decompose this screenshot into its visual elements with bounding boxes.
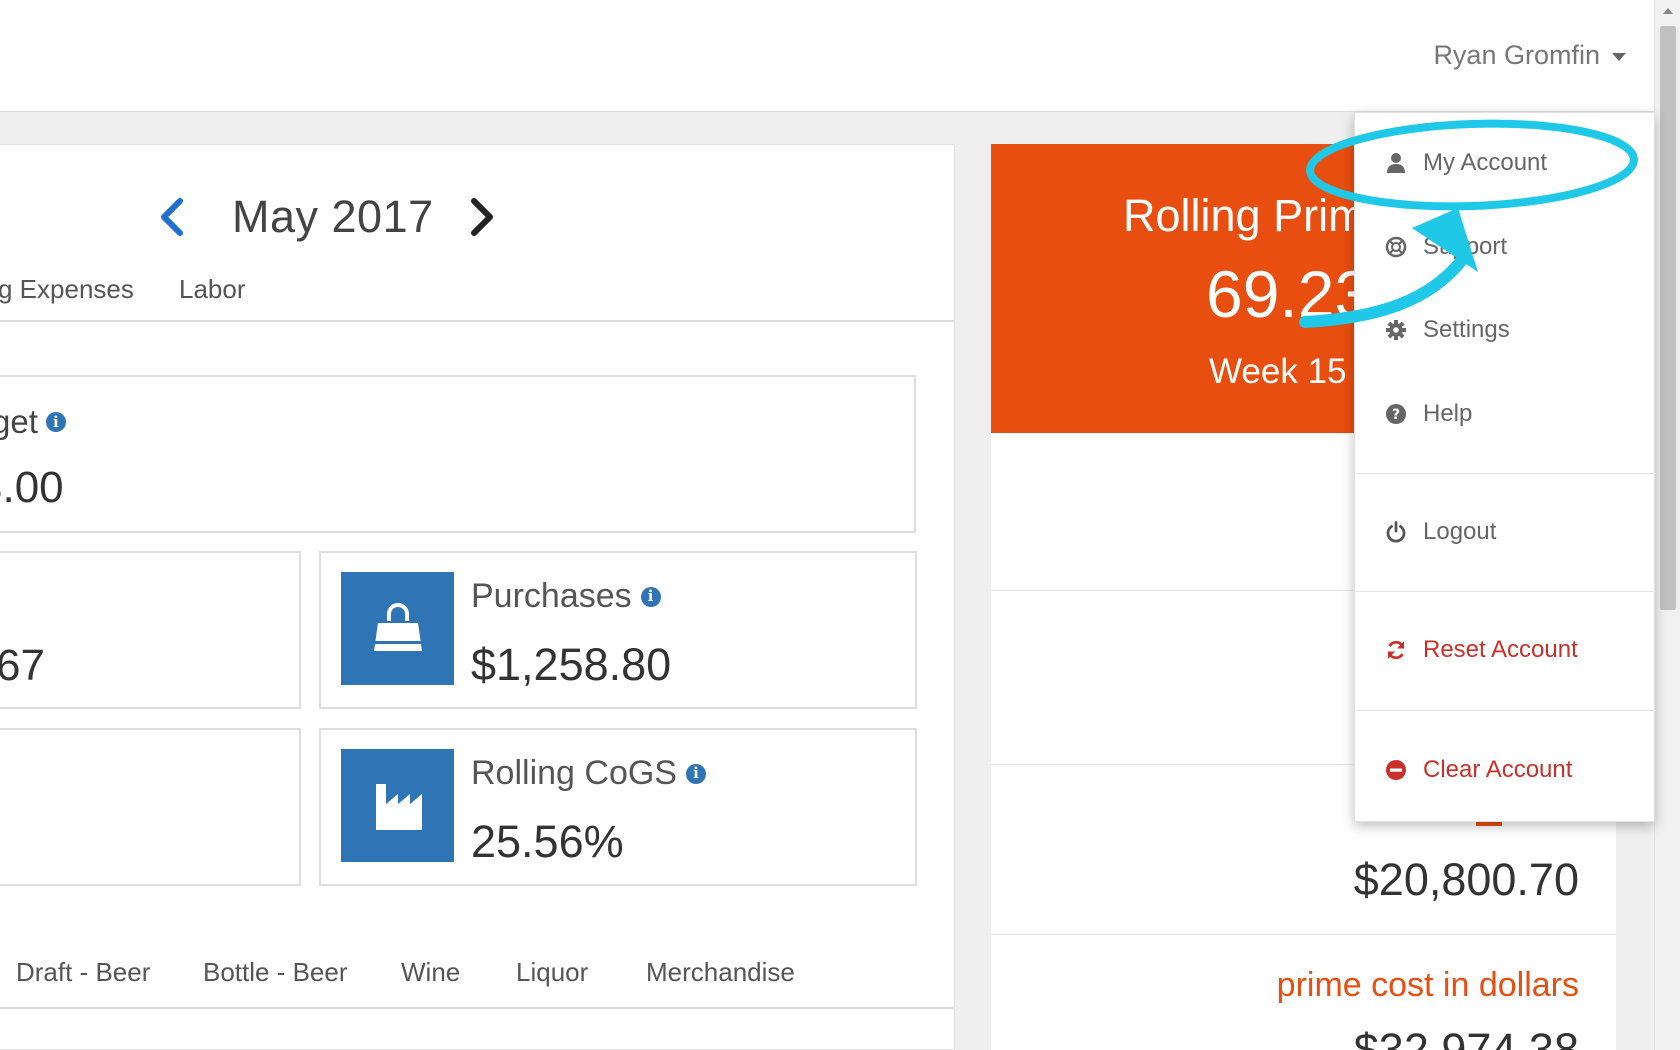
minus-circle-icon: [1385, 759, 1407, 781]
purchases-title: Purchases i: [471, 577, 661, 616]
shopping-bag-icon: [341, 572, 454, 685]
rolling-cogs-value: 25.56%: [471, 816, 624, 867]
menu-item-label: Help: [1423, 400, 1473, 427]
question-icon: ?: [1385, 403, 1407, 425]
stat-card-left-1: 67: [0, 551, 301, 709]
menu-item-my-account[interactable]: My Account: [1355, 133, 1656, 193]
purchases-card: Purchases i $1,258.80: [319, 551, 917, 709]
info-icon[interactable]: i: [45, 412, 66, 432]
budget-value: 3.00: [0, 463, 64, 512]
top-bar: Ryan Gromfin: [0, 0, 1680, 112]
menu-item-label: My Account: [1423, 149, 1548, 176]
refresh-icon: [1385, 639, 1407, 661]
scroll-up-arrow-icon[interactable]: [1663, 8, 1673, 14]
factory-icon: [341, 749, 454, 862]
stat-value: 67: [0, 641, 45, 690]
rolling-prime-value: 69.23: [1206, 257, 1372, 331]
menu-item-logout[interactable]: Logout: [1355, 502, 1656, 562]
svg-text:?: ?: [1392, 407, 1400, 423]
category-tabs-bottom: Draft - Beer Bottle - Beer Wine Liquor M…: [0, 945, 955, 1009]
info-icon[interactable]: i: [640, 586, 661, 607]
info-icon[interactable]: i: [685, 763, 706, 784]
prime-cost-amount: $32,974.38: [1353, 1024, 1579, 1050]
menu-item-support[interactable]: Support: [1355, 217, 1656, 277]
caret-down-icon: [1612, 53, 1626, 61]
budget-title: get i: [0, 403, 66, 441]
rolling-cogs-title: Rolling CoGS i: [471, 754, 706, 793]
menu-divider: [1355, 710, 1656, 711]
tab-merchandise[interactable]: Merchandise: [646, 957, 795, 988]
tab-bottle-beer[interactable]: Bottle - Beer: [203, 957, 348, 988]
menu-item-clear-account[interactable]: Clear Account: [1355, 740, 1656, 800]
user-dropdown-menu: My Account Support Settings ? Help Logou…: [1354, 112, 1656, 822]
gear-icon: [1385, 319, 1407, 341]
rolling-cogs-card: Rolling CoGS i 25.56%: [319, 728, 917, 886]
dashboard-card: May 2017 g Expenses Labor get i 3.00 67 …: [0, 144, 955, 1050]
user-name: Ryan Gromfin: [1433, 40, 1600, 70]
rolling-prime-title: Rolling Prim: [1123, 190, 1366, 241]
budget-title-text: get: [0, 403, 38, 440]
menu-divider: [1355, 591, 1656, 592]
user-icon: [1385, 152, 1407, 174]
purchases-value: $1,258.80: [471, 639, 672, 690]
stat-card-left-2: [0, 728, 301, 886]
user-menu-toggle[interactable]: Ryan Gromfin: [1433, 40, 1626, 71]
menu-item-label: Support: [1423, 233, 1508, 260]
page-scrollbar[interactable]: [1654, 0, 1680, 1050]
prime-cost-label: prime cost in dollars: [1276, 966, 1579, 1004]
menu-item-label: Clear Account: [1423, 756, 1573, 783]
chevron-right-icon[interactable]: [460, 195, 504, 239]
menu-item-help[interactable]: ? Help: [1355, 384, 1656, 444]
tab-labor[interactable]: Labor: [179, 274, 246, 305]
purchases-title-text: Purchases: [471, 577, 632, 615]
menu-item-reset-account[interactable]: Reset Account: [1355, 620, 1656, 680]
tab-operating-expenses[interactable]: g Expenses: [0, 274, 134, 305]
menu-item-label: Settings: [1423, 316, 1510, 343]
tab-draft-beer[interactable]: Draft - Beer: [16, 957, 150, 988]
chevron-left-icon[interactable]: [150, 195, 194, 239]
labor-amount: $20,800.70: [1353, 854, 1579, 905]
category-tabs-top: g Expenses Labor: [0, 270, 955, 322]
menu-item-label: Logout: [1423, 518, 1497, 545]
lifebuoy-icon: [1385, 236, 1407, 258]
budget-card: get i 3.00: [0, 375, 916, 533]
divider: [991, 934, 1616, 935]
scrollbar-thumb[interactable]: [1660, 26, 1676, 610]
tab-wine[interactable]: Wine: [401, 957, 460, 988]
month-navigator: May 2017: [150, 191, 504, 243]
rolling-prime-subtitle: Week 15 -: [1209, 352, 1368, 391]
month-label: May 2017: [232, 191, 434, 242]
tab-liquor[interactable]: Liquor: [516, 957, 588, 988]
power-icon: [1385, 521, 1407, 543]
menu-divider: [1355, 473, 1656, 474]
rolling-cogs-title-text: Rolling CoGS: [471, 754, 677, 792]
menu-item-label: Reset Account: [1423, 636, 1578, 663]
menu-item-settings[interactable]: Settings: [1355, 300, 1656, 360]
